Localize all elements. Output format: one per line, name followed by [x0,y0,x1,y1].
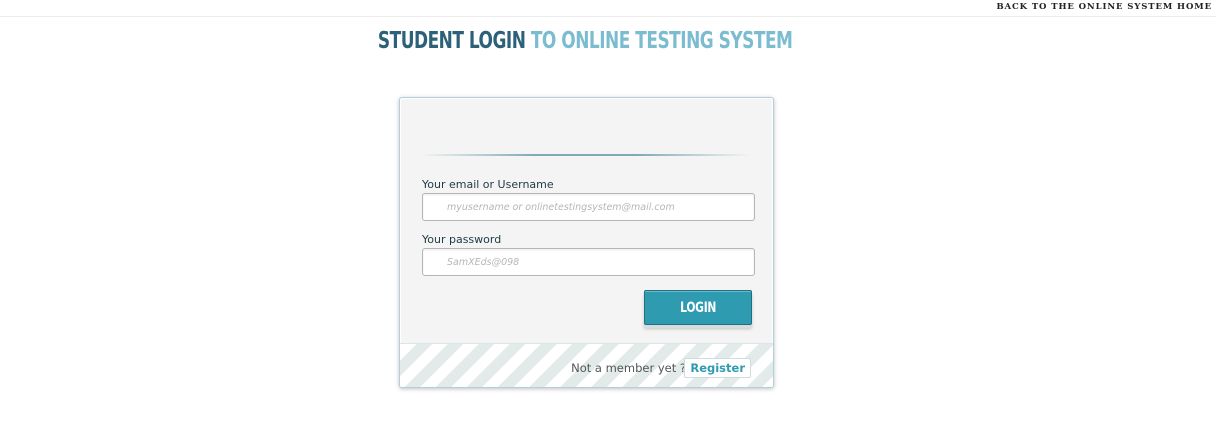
register-footer: Not a member yet ? Register [400,343,773,387]
password-input[interactable] [422,248,755,276]
page-title: STUDENT LOGIN TO ONLINE TESTING SYSTEM [105,28,1064,54]
top-bar: BACK TO THE ONLINE SYSTEM HOME [0,0,1216,17]
register-link[interactable]: Register [684,358,751,378]
login-button-label: LOGIN [680,299,716,316]
header-divider [420,154,750,156]
password-label: Your password [422,233,502,246]
page-title-primary: STUDENT LOGIN [377,28,526,54]
not-member-text: Not a member yet ? [571,361,686,375]
username-input[interactable] [422,193,755,221]
back-to-home-link[interactable]: BACK TO THE ONLINE SYSTEM HOME [996,2,1212,12]
page-title-secondary: TO ONLINE TESTING SYSTEM [530,28,793,54]
login-panel: Your email or Username Your password LOG… [399,97,774,388]
username-label: Your email or Username [422,178,554,191]
login-button[interactable]: LOGIN [644,290,752,325]
